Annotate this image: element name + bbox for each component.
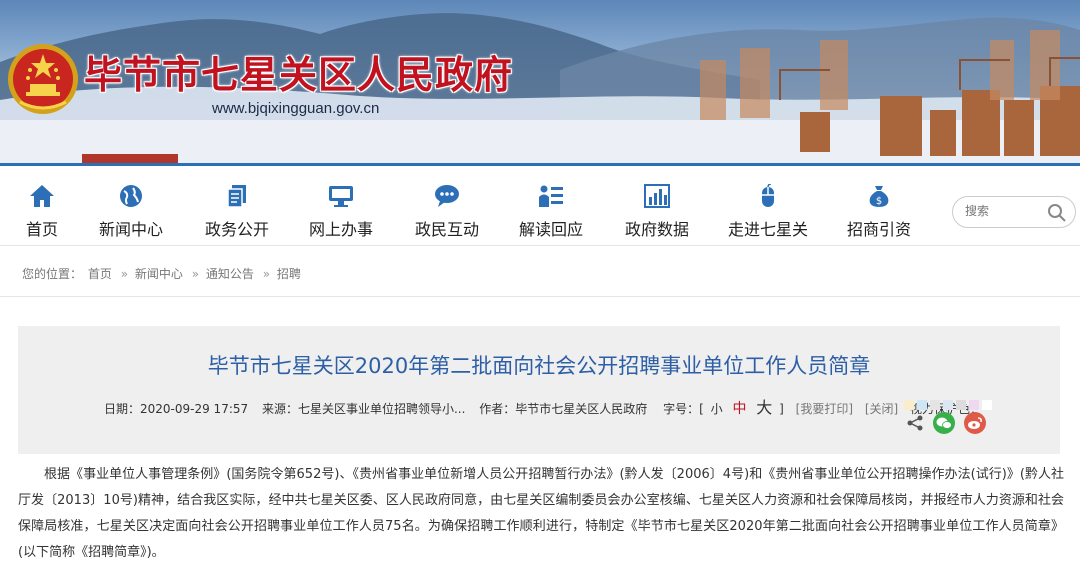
nav-item-interaction[interactable]: 政民互动: [412, 184, 482, 240]
nav-item-news[interactable]: 新闻中心: [96, 184, 166, 240]
site-url: www.bjqixingguan.gov.cn: [212, 100, 380, 117]
money-bag-icon: $: [869, 186, 889, 207]
color-swatch[interactable]: [917, 400, 927, 410]
breadcrumb-link-recruit[interactable]: 招聘: [277, 267, 301, 281]
national-emblem-icon: [8, 44, 78, 114]
font-size-medium-button[interactable]: 中: [732, 401, 746, 417]
nav-item-home[interactable]: 首页: [20, 184, 64, 240]
breadcrumb-prefix: 您的位置：: [22, 267, 83, 281]
nav-item-label: 政府数据: [624, 220, 689, 239]
nav-item-investment[interactable]: $ 招商引资: [844, 184, 914, 240]
nav-item-gov-open[interactable]: 政务公开: [202, 184, 272, 240]
color-swatch[interactable]: [930, 400, 940, 410]
breadcrumb-separator: »: [262, 267, 271, 281]
font-size-control: 字号：[ 小 中 大 ]: [663, 398, 788, 417]
monitor-icon: [329, 186, 353, 207]
share-icon: [907, 415, 923, 431]
site-banner: 毕节市七星关区人民政府 www.bjqixingguan.gov.cn: [0, 0, 1080, 163]
wechat-icon: [936, 417, 952, 429]
nav-item-label: 新闻中心: [98, 220, 163, 239]
main-nav: 首页 新闻中心 政务公开 网上办事 政民互动 解读回应 政府数据 走进七星关 $…: [0, 163, 1080, 245]
article-meta: 日期：2020-09-29 17:57 来源：七星关区事业单位招聘领导小... …: [104, 394, 982, 418]
weibo-share-button[interactable]: [964, 412, 987, 434]
globe-icon: [120, 185, 142, 207]
font-size-label: 字号：[: [663, 402, 704, 416]
nav-item-online-service[interactable]: 网上办事: [306, 184, 376, 240]
nav-item-gov-data[interactable]: 政府数据: [622, 184, 692, 240]
font-size-small-button[interactable]: 小: [711, 402, 723, 416]
article-header: 毕节市七星关区2020年第二批面向社会公开招聘事业单位工作人员简章 日期：202…: [18, 326, 1060, 454]
weibo-icon: [968, 417, 983, 429]
font-size-large-button[interactable]: 大: [756, 398, 772, 417]
nav-item-label: 解读回应: [518, 220, 583, 239]
color-swatch[interactable]: [904, 400, 914, 410]
article-title: 毕节市七星关区2020年第二批面向社会公开招聘事业单位工作人员简章: [207, 354, 871, 378]
breadcrumb: 您的位置： 首页 » 新闻中心 » 通知公告 » 招聘: [22, 265, 303, 282]
site-title: 毕节市七星关区人民政府: [84, 53, 514, 97]
chat-icon: [435, 185, 459, 207]
breadcrumb-link-notices[interactable]: 通知公告: [206, 267, 254, 281]
breadcrumb-link-home[interactable]: 首页: [88, 267, 112, 281]
wechat-share-button[interactable]: [933, 412, 956, 434]
nav-item-label: 首页: [25, 220, 58, 239]
article-author: 作者：毕节市七星关区人民政府: [479, 402, 648, 416]
bar-chart-icon: [644, 184, 670, 208]
svg-text:$: $: [876, 196, 882, 207]
article-body: 根据《事业单位人事管理条例》(国务院令第652号)、《贵州省事业单位新增人员公开…: [18, 467, 1064, 560]
mouse-icon: [762, 184, 774, 207]
list-icon: [539, 185, 563, 207]
nav-item-about[interactable]: 走进七星关: [726, 184, 810, 240]
share-bar: [906, 412, 990, 434]
breadcrumb-separator: »: [120, 267, 129, 281]
nav-item-label: 走进七星关: [727, 220, 808, 239]
nav-item-interpretation[interactable]: 解读回应: [516, 184, 586, 240]
color-swatch[interactable]: [969, 400, 979, 410]
article-date: 日期：2020-09-29 17:57: [104, 402, 249, 416]
document-icon: [227, 185, 246, 208]
nav-item-label: 网上办事: [308, 220, 373, 239]
font-size-bracket: ]: [779, 402, 784, 416]
breadcrumb-link-news[interactable]: 新闻中心: [135, 267, 183, 281]
nav-item-label: 招商引资: [846, 220, 911, 239]
breadcrumb-bar: 您的位置： 首页 » 新闻中心 » 通知公告 » 招聘: [0, 245, 1080, 297]
color-swatch[interactable]: [956, 400, 966, 410]
article-source: 来源：七星关区事业单位招聘领导小...: [261, 402, 466, 416]
nav-item-label: 政务公开: [204, 220, 269, 239]
search-icon[interactable]: [1047, 203, 1067, 223]
home-icon: [30, 185, 54, 207]
nav-item-label: 政民互动: [414, 220, 479, 239]
search-input[interactable]: [965, 197, 1051, 225]
print-link[interactable]: [我要打印]: [796, 402, 853, 416]
color-swatch[interactable]: [982, 400, 992, 410]
close-link[interactable]: [关闭]: [865, 402, 898, 416]
breadcrumb-separator: »: [191, 267, 200, 281]
search-box: [952, 196, 1076, 228]
color-swatch[interactable]: [943, 400, 953, 410]
